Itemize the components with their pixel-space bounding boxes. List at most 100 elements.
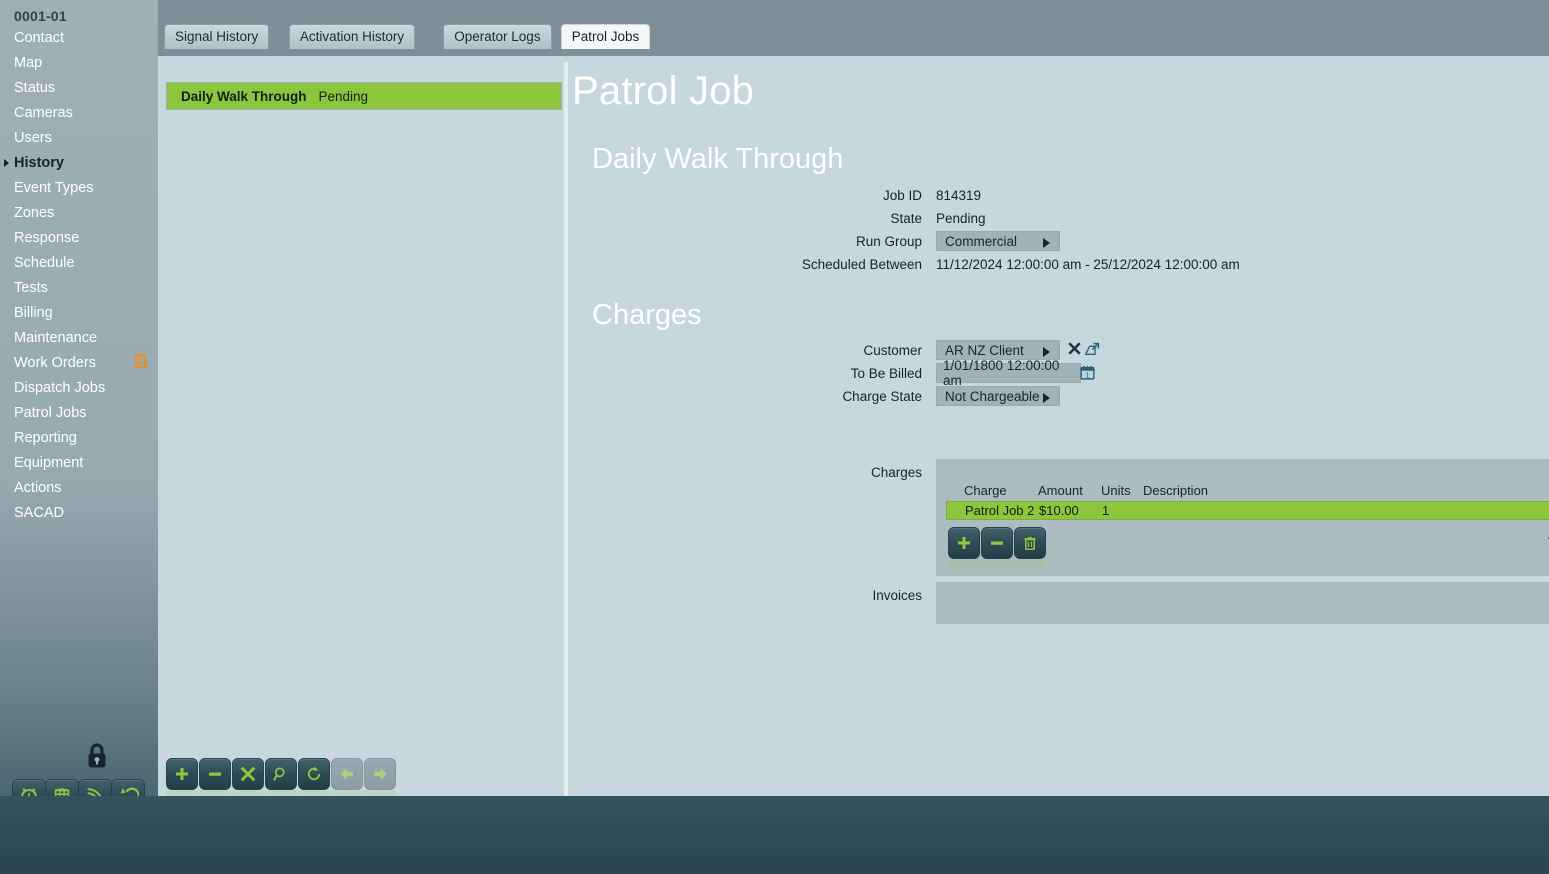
sidebar-item-users[interactable]: Users bbox=[0, 126, 158, 151]
refresh-icon bbox=[307, 766, 321, 781]
cell-charge: Patrol Job 2 bbox=[965, 503, 1035, 518]
sidebar-item-zones[interactable]: Zones bbox=[0, 201, 158, 226]
tab-patrol-jobs[interactable]: Patrol Jobs bbox=[560, 24, 651, 49]
sidebar-item-work-orders[interactable]: Work Orders bbox=[0, 351, 158, 376]
sidebar-item-equipment[interactable]: Equipment bbox=[0, 451, 158, 476]
sidebar-item-event-types[interactable]: Event Types bbox=[0, 176, 158, 201]
sidebar-item-label: Tests bbox=[14, 280, 48, 296]
dropdown-run-group[interactable]: Commercial bbox=[936, 231, 1060, 251]
date-input-to-be-billed[interactable]: 1/01/1800 12:00:00 am bbox=[936, 358, 1081, 388]
svg-text:1: 1 bbox=[1086, 371, 1090, 379]
sidebar-item-map[interactable]: Map bbox=[0, 51, 158, 76]
trash-icon bbox=[1024, 537, 1036, 551]
forward-button[interactable] bbox=[364, 758, 396, 790]
sidebar-item-label: Status bbox=[14, 80, 56, 96]
charges-heading: Charges bbox=[592, 299, 702, 331]
sidebar-item-label: Cameras bbox=[14, 105, 73, 121]
cell-units: 1 bbox=[1102, 503, 1110, 518]
sidebar-item-maintenance[interactable]: Maintenance bbox=[0, 326, 158, 351]
open-customer-icon[interactable] bbox=[1084, 341, 1101, 362]
chevron-right-icon bbox=[1043, 347, 1050, 357]
pane-divider bbox=[564, 62, 568, 796]
field-row: Run Group Commercial bbox=[572, 231, 1532, 254]
lock-icon bbox=[84, 741, 110, 771]
page-title: Patrol Job bbox=[572, 69, 755, 113]
field-label: State bbox=[890, 211, 922, 226]
tab-bar: Signal History Activation History Operator… bbox=[158, 0, 1549, 56]
sidebar-item-label: Reporting bbox=[14, 430, 77, 446]
invoices-label: Invoices bbox=[872, 588, 922, 603]
sidebar-item-label: Zones bbox=[14, 205, 55, 221]
sidebar-item-schedule[interactable]: Schedule bbox=[0, 251, 158, 276]
job-list-item-state: Pending bbox=[318, 88, 369, 104]
patrol-job-list: Daily Walk Through Pending bbox=[166, 82, 562, 110]
search-icon bbox=[273, 767, 285, 781]
search-button[interactable] bbox=[265, 758, 297, 790]
column-header[interactable]: Units bbox=[1101, 483, 1131, 498]
charges-list-label: Charges bbox=[870, 465, 922, 480]
remove-button[interactable] bbox=[199, 758, 231, 790]
sidebar-item-actions[interactable]: Actions bbox=[0, 476, 158, 501]
sidebar-item-sacad[interactable]: SACAD bbox=[0, 501, 158, 526]
charge-fields: Customer AR NZ Client To Be Billed 1/01/180… bbox=[572, 340, 1532, 409]
left-icon bbox=[340, 768, 353, 780]
field-row: Scheduled Between 11/12/2024 12:00:00 am … bbox=[572, 254, 1532, 277]
sidebar-item-label: Billing bbox=[14, 305, 53, 321]
field-label: Charge State bbox=[842, 389, 922, 404]
plus-icon bbox=[958, 537, 970, 549]
date-value: 1/01/1800 12:00:00 am bbox=[943, 358, 1060, 388]
field-value: 11/12/2024 12:00:00 am - 25/12/2024 12:0… bbox=[936, 257, 1240, 272]
dropdown-charge-state[interactable]: Not Chargeable bbox=[936, 386, 1060, 406]
refresh-button[interactable] bbox=[298, 758, 330, 790]
cancel-button[interactable] bbox=[232, 758, 264, 790]
remove-charge-button[interactable] bbox=[981, 527, 1013, 559]
sidebar-item-reporting[interactable]: Reporting bbox=[0, 426, 158, 451]
tab-activation-history[interactable]: Activation History bbox=[288, 24, 416, 49]
minus-icon bbox=[209, 772, 221, 776]
dropdown-customer[interactable]: AR NZ Client bbox=[936, 340, 1060, 360]
button-reflection bbox=[981, 560, 1013, 574]
sidebar-item-label: Contact bbox=[14, 30, 64, 46]
back-button[interactable] bbox=[331, 758, 363, 790]
sidebar-item-label: Patrol Jobs bbox=[14, 405, 87, 421]
delete-charge-button[interactable] bbox=[1014, 527, 1046, 559]
column-header[interactable]: Description bbox=[1143, 483, 1208, 498]
tab-signal-history[interactable]: Signal History bbox=[164, 24, 270, 49]
application-window: 0001-01 Contact Map Status Cameras Users Hist… bbox=[0, 0, 1549, 874]
table-row[interactable]: Patrol Job 2 $10.00 1 bbox=[946, 501, 1549, 520]
field-row: State Pending bbox=[572, 208, 1532, 231]
column-header[interactable]: Charge bbox=[964, 483, 1007, 498]
sidebar-item-billing[interactable]: Billing bbox=[0, 301, 158, 326]
sidebar-item-tests[interactable]: Tests bbox=[0, 276, 158, 301]
tab-operator-logs[interactable]: Operator Logs bbox=[443, 24, 552, 49]
site-code: 0001-01 bbox=[14, 8, 67, 24]
sidebar-item-patrol-jobs[interactable]: Patrol Jobs bbox=[0, 401, 158, 426]
patrol-job-detail: Patrol Job Daily Walk Through Job ID 8143… bbox=[572, 56, 1549, 624]
calendar-icon[interactable]: 1 bbox=[1079, 364, 1096, 386]
sidebar-item-label: Actions bbox=[14, 480, 62, 496]
add-button[interactable] bbox=[166, 758, 198, 790]
chevron-right-icon bbox=[4, 159, 9, 167]
sidebar-item-response[interactable]: Response bbox=[0, 226, 158, 251]
sidebar-item-cameras[interactable]: Cameras bbox=[0, 101, 158, 126]
sidebar-item-status[interactable]: Status bbox=[0, 76, 158, 101]
clipboard-icon[interactable] bbox=[132, 352, 150, 370]
charges-list-label-row: Charges bbox=[572, 462, 922, 485]
chevron-right-icon bbox=[1043, 238, 1050, 248]
sidebar-item-label: Dispatch Jobs bbox=[14, 380, 106, 396]
sidebar-item-dispatch-jobs[interactable]: Dispatch Jobs bbox=[0, 376, 158, 401]
chevron-right-icon bbox=[1043, 393, 1050, 403]
sidebar-item-label: SACAD bbox=[14, 505, 64, 521]
job-list-item-name: Daily Walk Through bbox=[181, 88, 307, 104]
job-list-item[interactable]: Daily Walk Through Pending bbox=[166, 82, 562, 110]
field-label: Customer bbox=[863, 343, 922, 358]
sidebar-item-label: Maintenance bbox=[14, 330, 98, 346]
sidebar-item-contact[interactable]: Contact bbox=[0, 26, 158, 51]
field-label: Run Group bbox=[855, 234, 922, 249]
column-header[interactable]: Amount bbox=[1038, 483, 1083, 498]
charges-panel: Charge Amount Units Description Patrol Job … bbox=[936, 459, 1549, 576]
add-charge-button[interactable] bbox=[948, 527, 980, 559]
sidebar-item-history[interactable]: History bbox=[0, 151, 158, 176]
sidebar-item-label: Users bbox=[14, 130, 52, 146]
right-icon bbox=[374, 768, 387, 780]
